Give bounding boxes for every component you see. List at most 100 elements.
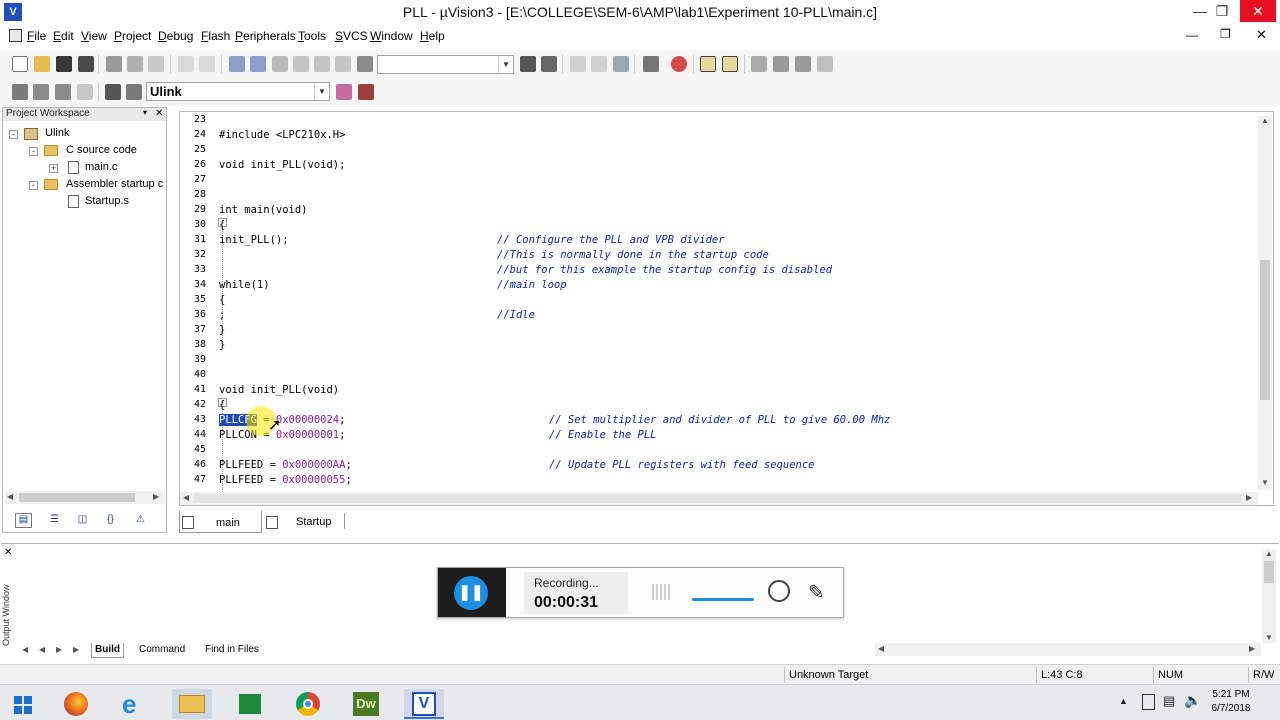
pause-recording-button[interactable]: ❚❚ <box>454 576 488 610</box>
scroll-thumb[interactable] <box>194 494 1242 503</box>
code-line[interactable]: } <box>219 324 225 336</box>
tree-file-startup-s[interactable]: Startup.s <box>85 195 129 207</box>
incremental-find-icon[interactable] <box>541 56 557 72</box>
code-line[interactable]: PLLCFG = 0x00000024; <box>219 414 345 426</box>
collapse-icon[interactable]: - <box>9 130 18 139</box>
build-icon[interactable] <box>33 84 49 100</box>
multi-project-icon[interactable] <box>358 84 374 100</box>
internet-explorer-icon[interactable]: e <box>114 689 154 719</box>
expand-icon[interactable]: + <box>49 164 58 173</box>
code-line[interactable]: init_PLL(); <box>219 234 289 246</box>
document-icon[interactable] <box>9 29 22 42</box>
copy-icon[interactable] <box>127 56 143 72</box>
next-tab-icon[interactable]: ▶ <box>56 645 62 654</box>
rebuild-icon[interactable] <box>55 84 71 100</box>
find-combo[interactable]: ▼ <box>377 55 514 74</box>
windows-start-icon[interactable] <box>4 689 44 719</box>
cut-icon[interactable] <box>106 56 122 72</box>
menu-help[interactable]: Help <box>420 29 445 43</box>
menu-peripherals[interactable]: Peripherals <box>235 29 296 43</box>
next-bookmark-icon[interactable] <box>314 56 330 72</box>
code-line[interactable]: PLLFEED = 0x000000AA; <box>219 459 352 471</box>
network-icon[interactable]: ▤ <box>1163 693 1175 709</box>
bookmark-icon[interactable] <box>272 56 288 72</box>
tree-file-main-c[interactable]: main.c <box>85 161 117 173</box>
code-line[interactable]: PLLCON = 0x00000001; <box>219 429 345 441</box>
code-line[interactable]: { <box>219 219 225 231</box>
scroll-thumb[interactable] <box>1264 561 1274 583</box>
first-tab-icon[interactable]: ◀ <box>22 645 28 654</box>
forward-icon[interactable] <box>591 56 607 72</box>
output-hscrollbar[interactable]: ◀ ▶ <box>875 643 1261 656</box>
undo-icon[interactable] <box>178 56 194 72</box>
clear-bookmarks-icon[interactable] <box>335 56 351 72</box>
last-tab-icon[interactable]: ▶ <box>73 645 79 654</box>
menu-svcs[interactable]: SVCS <box>335 29 368 43</box>
tab-main-label[interactable]: main <box>216 517 240 529</box>
unindent-icon[interactable] <box>250 56 266 72</box>
window-icon[interactable] <box>817 56 833 72</box>
chrome-icon[interactable] <box>288 689 328 719</box>
collapse-icon[interactable]: - <box>29 181 38 190</box>
code-line[interactable]: ; <box>219 309 225 321</box>
hand-icon[interactable] <box>751 56 767 72</box>
editor-vscrollbar[interactable]: ▲ ▼ <box>1258 116 1272 490</box>
scroll-down-icon[interactable]: ▼ <box>1261 478 1269 487</box>
open-folder-icon[interactable] <box>34 56 50 72</box>
collapse-icon[interactable]: - <box>29 147 38 156</box>
menu-view[interactable]: View <box>81 29 107 43</box>
workspace-close-icon[interactable]: ✕ <box>155 108 163 119</box>
scroll-right-icon[interactable]: ▶ <box>1246 493 1252 502</box>
translate-icon[interactable] <box>12 84 28 100</box>
tree-group-c-source[interactable]: C source code <box>66 144 137 156</box>
menu-tools[interactable]: Tools <box>298 29 326 43</box>
browse-icon[interactable] <box>613 56 629 72</box>
save-all-icon[interactable] <box>78 56 94 72</box>
dreamweaver-icon[interactable]: Dw <box>346 689 386 719</box>
templates-tab-icon[interactable]: ⚠ <box>132 513 149 528</box>
scroll-thumb[interactable] <box>1260 260 1270 400</box>
settings-icon[interactable] <box>795 56 811 72</box>
battery-icon[interactable] <box>1142 694 1155 710</box>
doc-close-icon[interactable]: ✕ <box>1256 27 1267 43</box>
indent-icon[interactable] <box>229 56 245 72</box>
uvision-taskbar-icon[interactable]: V <box>404 689 444 719</box>
close-icon[interactable]: ✕ <box>1240 0 1276 22</box>
prev-bookmark-icon[interactable] <box>293 56 309 72</box>
manage-components-icon[interactable] <box>336 84 352 100</box>
prev-tab-icon[interactable]: ◀ <box>39 645 45 654</box>
output-vscrollbar[interactable]: ▲ ▼ <box>1262 549 1276 643</box>
target-options-icon[interactable] <box>126 84 142 100</box>
menu-window[interactable]: Window <box>370 29 413 43</box>
menu-edit[interactable]: Edit <box>53 29 74 43</box>
file-explorer-icon[interactable] <box>172 689 212 719</box>
download-icon[interactable] <box>105 84 121 100</box>
workspace-toggle-icon[interactable] <box>700 56 716 72</box>
scroll-right-icon[interactable]: ▶ <box>153 492 159 501</box>
scroll-thumb[interactable] <box>19 493 135 502</box>
files-tab-icon[interactable]: ▤ <box>15 513 32 528</box>
show-hidden-icons-icon[interactable]: ▲ <box>1119 696 1128 706</box>
code-line[interactable]: } <box>219 339 225 351</box>
webcam-icon[interactable] <box>768 580 790 602</box>
regs-tab-icon[interactable]: ☰ <box>46 513 63 528</box>
code-line[interactable]: { <box>219 294 225 306</box>
code-line[interactable]: #include <LPC210x.H> <box>219 129 345 141</box>
paste-icon[interactable] <box>148 56 164 72</box>
firefox-icon[interactable] <box>56 689 96 719</box>
scroll-down-icon[interactable]: ▼ <box>1265 633 1273 642</box>
drag-handle-icon[interactable] <box>652 584 672 600</box>
restore-icon[interactable]: ❐ <box>1208 0 1236 22</box>
audio-level-slider[interactable] <box>692 598 754 601</box>
scroll-up-icon[interactable]: ▲ <box>1261 116 1269 125</box>
code-editor[interactable]: - - 23 24 #include <LPC210x.H> 25 26 void ini… <box>179 111 1274 506</box>
code-line[interactable]: while(1) <box>219 279 270 291</box>
menu-flash[interactable]: Flash <box>201 29 230 43</box>
save-icon[interactable] <box>56 56 72 72</box>
target-select[interactable]: Ulink ▼ <box>146 82 330 101</box>
books-tab-icon[interactable]: ◫ <box>74 513 91 528</box>
config-icon[interactable] <box>773 56 789 72</box>
output-close-icon[interactable]: ✕ <box>4 547 12 558</box>
tree-group-assembler[interactable]: Assembler startup c <box>66 178 163 190</box>
tab-startup-label[interactable]: Startup <box>296 516 331 528</box>
